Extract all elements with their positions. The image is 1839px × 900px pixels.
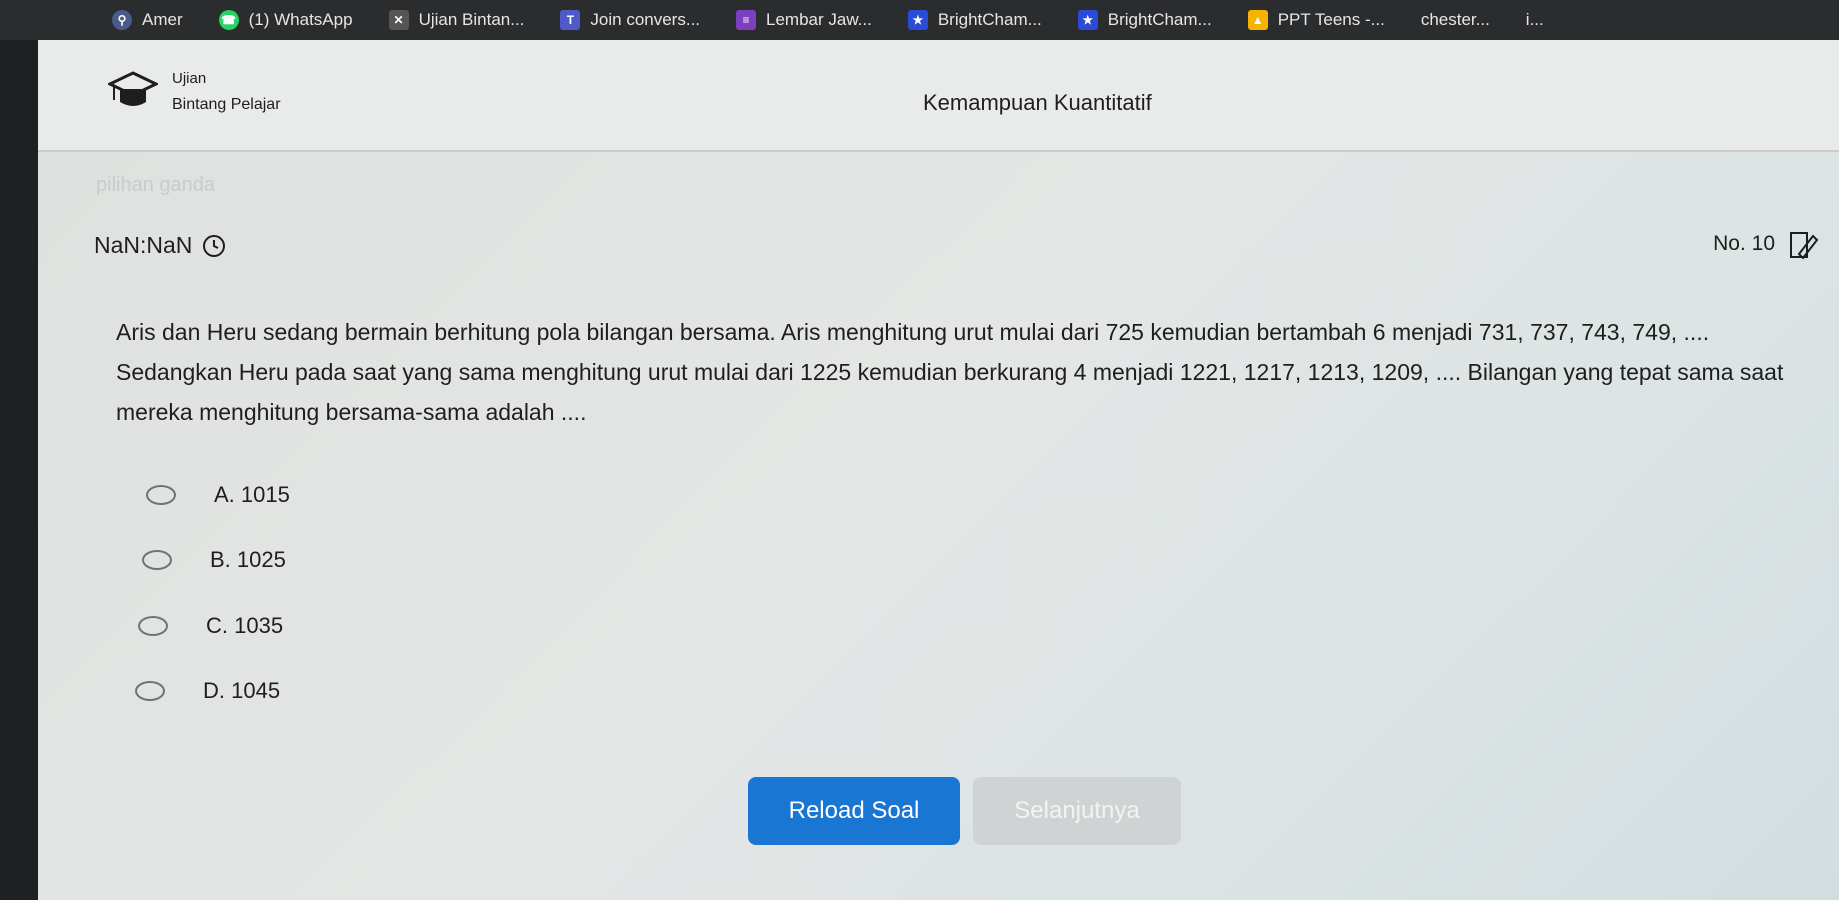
question-number: No. 10 [1713, 232, 1775, 255]
search-icon: ⚲ [112, 10, 132, 30]
tab-label: chester... [1420, 10, 1490, 29]
option-label: C. 1035 [206, 613, 284, 638]
tab-chester[interactable]: chester... [1421, 10, 1490, 30]
option-a[interactable]: A. 1015 [146, 482, 290, 508]
graduation-cap-icon [108, 71, 158, 106]
reload-question-button[interactable]: Reload Soal [748, 777, 960, 845]
tab-label: i... [1525, 10, 1544, 29]
next-button[interactable]: Selanjutnya [973, 777, 1181, 845]
tab-label: BrightCham... [937, 10, 1042, 29]
option-label: B. 1025 [210, 547, 286, 572]
option-d[interactable]: D. 1045 [135, 678, 280, 704]
tab-ppt-teens[interactable]: ▲ PPT Teens -... [1247, 10, 1385, 30]
app-header: Ujian Bintang Pelajar Kemampuan Kuantita… [38, 40, 1839, 152]
tab-teams[interactable]: T Join convers... [560, 10, 700, 30]
whatsapp-icon: ☎ [218, 10, 239, 30]
tab-label: Amer [142, 10, 183, 29]
radio-button[interactable] [146, 485, 176, 505]
radio-button[interactable] [138, 616, 168, 636]
tab-label: Ujian Bintan... [418, 10, 525, 29]
list-icon: ≡ [736, 10, 757, 30]
tab-amer[interactable]: ⚲ Amer [112, 10, 183, 30]
screen-bezel [0, 40, 38, 900]
timer: NaN:NaN [94, 232, 226, 259]
clock-icon [203, 234, 226, 257]
tab-label: BrightCham... [1107, 10, 1212, 29]
brand-subtitle: Bintang Pelajar [172, 96, 281, 113]
option-label: D. 1045 [203, 678, 281, 703]
close-icon: ✕ [388, 10, 409, 30]
star-badge-icon: ★ [1077, 10, 1098, 30]
question-text: Aris dan Heru sedang bermain berhitung p… [116, 319, 1784, 425]
option-label: A. 1015 [214, 482, 290, 507]
tab-label: PPT Teens -... [1277, 10, 1385, 29]
tab-label: Join convers... [590, 10, 701, 29]
tab-label: (1) WhatsApp [248, 10, 353, 29]
tab-whatsapp[interactable]: ☎ (1) WhatsApp [218, 10, 353, 30]
bookmark-flag-icon[interactable] [1789, 230, 1819, 260]
tab-brightchamps-2[interactable]: ★ BrightCham... [1077, 10, 1212, 30]
quiz-panel: pilihan ganda NaN:NaN No. 10 Aris dan He… [38, 152, 1839, 900]
option-b[interactable]: B. 1025 [142, 547, 286, 573]
timer-value: NaN:NaN [94, 232, 193, 258]
teams-icon: T [560, 10, 581, 30]
tab-lembar-jawaban[interactable]: ≡ Lembar Jaw... [736, 10, 872, 30]
option-c[interactable]: C. 1035 [138, 613, 283, 639]
star-badge-icon: ★ [907, 10, 928, 30]
bookmark-bar: ⚲ Amer ☎ (1) WhatsApp ✕ Ujian Bintan... … [0, 0, 1839, 40]
subject-title: Kemampuan Kuantitatif [923, 90, 1152, 115]
tab-more[interactable]: i... [1526, 10, 1544, 30]
tab-ujian-bintang[interactable]: ✕ Ujian Bintan... [388, 10, 525, 30]
question-type: pilihan ganda [96, 174, 215, 196]
tab-label: Lembar Jaw... [766, 10, 872, 29]
radio-button[interactable] [142, 550, 172, 570]
tab-brightchamps-1[interactable]: ★ BrightCham... [907, 10, 1042, 30]
brand-title: Ujian [172, 70, 207, 87]
drive-icon: ▲ [1247, 10, 1268, 30]
radio-button[interactable] [135, 681, 165, 701]
